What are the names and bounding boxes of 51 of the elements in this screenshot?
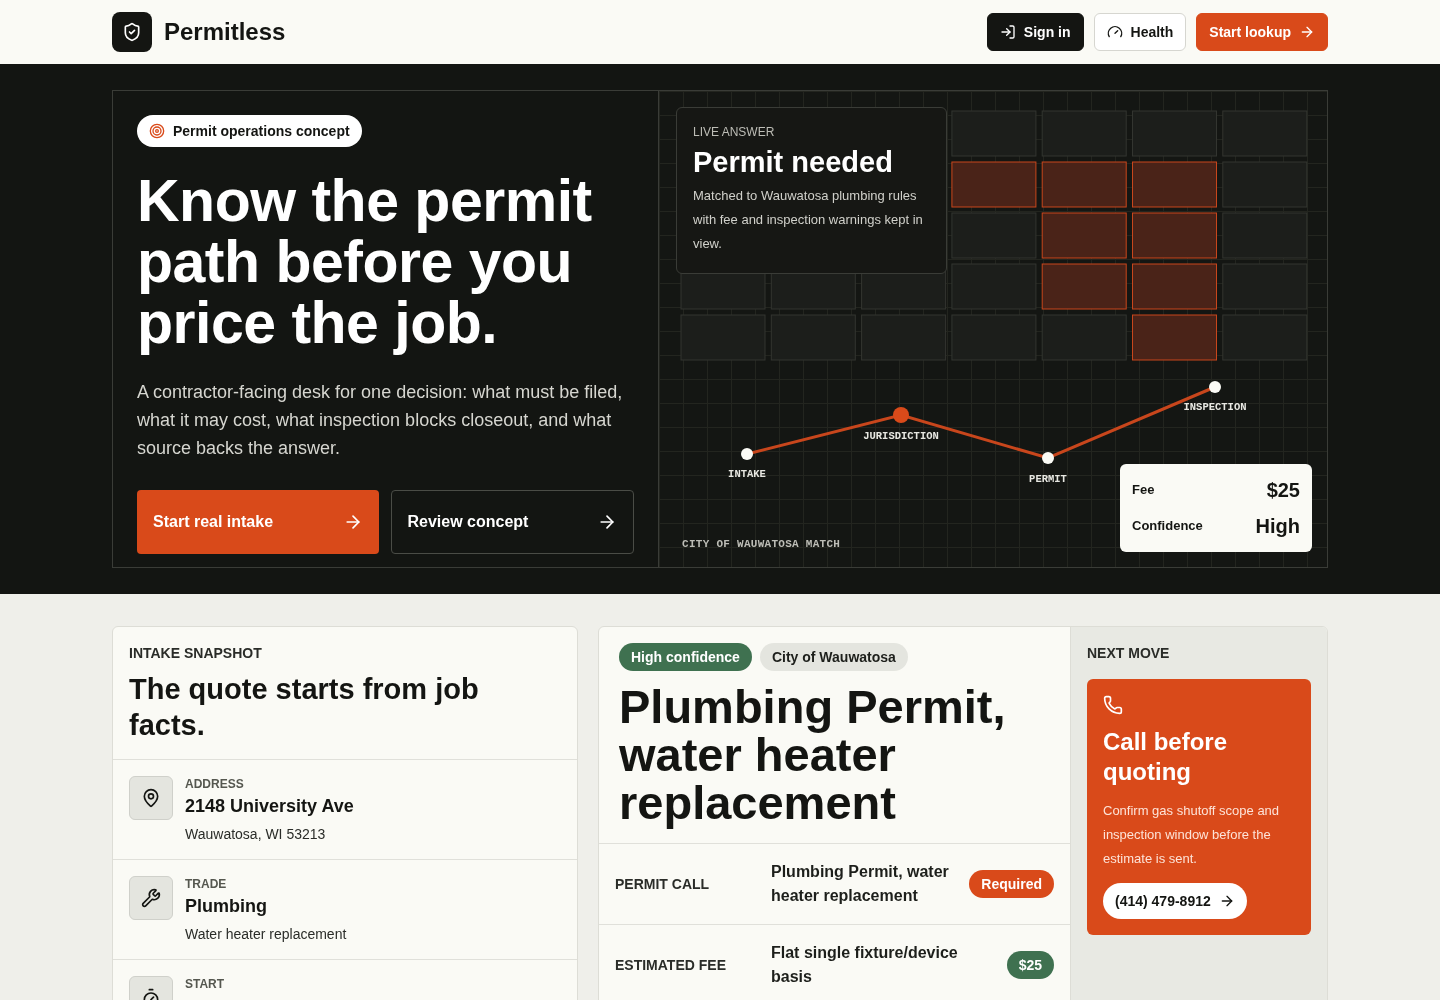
card-description: Matched to Wauwatosa plumbing rules with fee and inspection warnings kept in view. bbox=[693, 187, 924, 253]
fact-label: ADDRESS bbox=[185, 776, 245, 792]
fact-value: 2148 University Ave bbox=[185, 795, 354, 818]
location-pin-icon bbox=[129, 776, 173, 820]
row-value: Plumbing Permit, water heater replacement bbox=[771, 862, 950, 906]
row-label: PERMIT CALL bbox=[615, 875, 711, 894]
brand-name: Permitless bbox=[164, 17, 286, 47]
status-badge: Required bbox=[969, 870, 1054, 898]
next-move-description: Confirm gas shutoff scope and inspection window before the estimate is sent. bbox=[1103, 802, 1281, 868]
stat-value: $25 bbox=[1266, 478, 1300, 503]
section-title: The quote starts from job facts. bbox=[129, 672, 480, 743]
result-tag: City of Wauwatosa bbox=[759, 643, 908, 671]
phone-button[interactable]: (414) 479-8912 bbox=[1103, 883, 1247, 919]
hero-action-button[interactable]: Review concept bbox=[390, 490, 634, 554]
hero-action-button[interactable]: Start real intake bbox=[137, 490, 379, 554]
section-eyebrow: INTAKE SNAPSHOT bbox=[129, 644, 263, 663]
shield-logo-icon bbox=[112, 12, 152, 52]
route-label: INTAKE bbox=[728, 468, 766, 480]
stat-label: Confidence bbox=[1132, 517, 1203, 536]
nav-button[interactable]: Sign in bbox=[986, 13, 1084, 51]
phone-icon bbox=[1103, 695, 1123, 715]
card-eyebrow: LIVE ANSWER bbox=[693, 124, 776, 140]
stat-label: Fee bbox=[1132, 481, 1155, 500]
card-title: Permit needed bbox=[693, 145, 894, 180]
gauge-icon bbox=[1106, 24, 1123, 40]
sign-in-icon bbox=[999, 24, 1016, 40]
target-icon bbox=[149, 123, 165, 139]
route-label: PERMIT bbox=[1029, 473, 1067, 485]
fact-label: START bbox=[185, 976, 225, 992]
wrench-icon bbox=[129, 876, 173, 920]
fact-label: TRADE bbox=[185, 876, 228, 892]
hero-title: Know the permit path before you price the job. bbox=[137, 171, 593, 354]
fact-detail: Water heater replacement bbox=[185, 925, 347, 944]
fact-value: Plumbing bbox=[185, 895, 268, 918]
route-label: INSPECTION bbox=[1183, 401, 1247, 413]
fact-detail: Wauwatosa, WI 53213 bbox=[185, 825, 327, 844]
arrow-right-icon bbox=[1299, 24, 1315, 40]
row-label: ESTIMATED FEE bbox=[615, 956, 727, 975]
status-badge: $25 bbox=[1006, 951, 1054, 979]
concept-badge: Permit operations concept bbox=[137, 115, 362, 147]
next-move-title: Call before quoting bbox=[1103, 727, 1229, 787]
section-eyebrow: NEXT MOVE bbox=[1087, 644, 1171, 663]
row-value: Flat single fixture/device basis bbox=[771, 943, 959, 987]
hero-description: A contractor-facing desk for one decision: what must be filed, what it may cost, what inspection blocks closeout, and what source backs the answer. bbox=[137, 381, 624, 460]
result-tag: High confidence bbox=[619, 643, 752, 671]
stat-value: High bbox=[1255, 514, 1300, 539]
map-caption: CITY OF WAUWATOSA MATCH bbox=[682, 537, 841, 552]
route-label: JURISDICTION bbox=[863, 430, 939, 442]
nav-button[interactable]: Start lookup bbox=[1196, 13, 1328, 51]
result-title: Plumbing Permit, water heater replacement bbox=[619, 683, 1007, 827]
nav-button[interactable]: Health bbox=[1093, 13, 1187, 51]
